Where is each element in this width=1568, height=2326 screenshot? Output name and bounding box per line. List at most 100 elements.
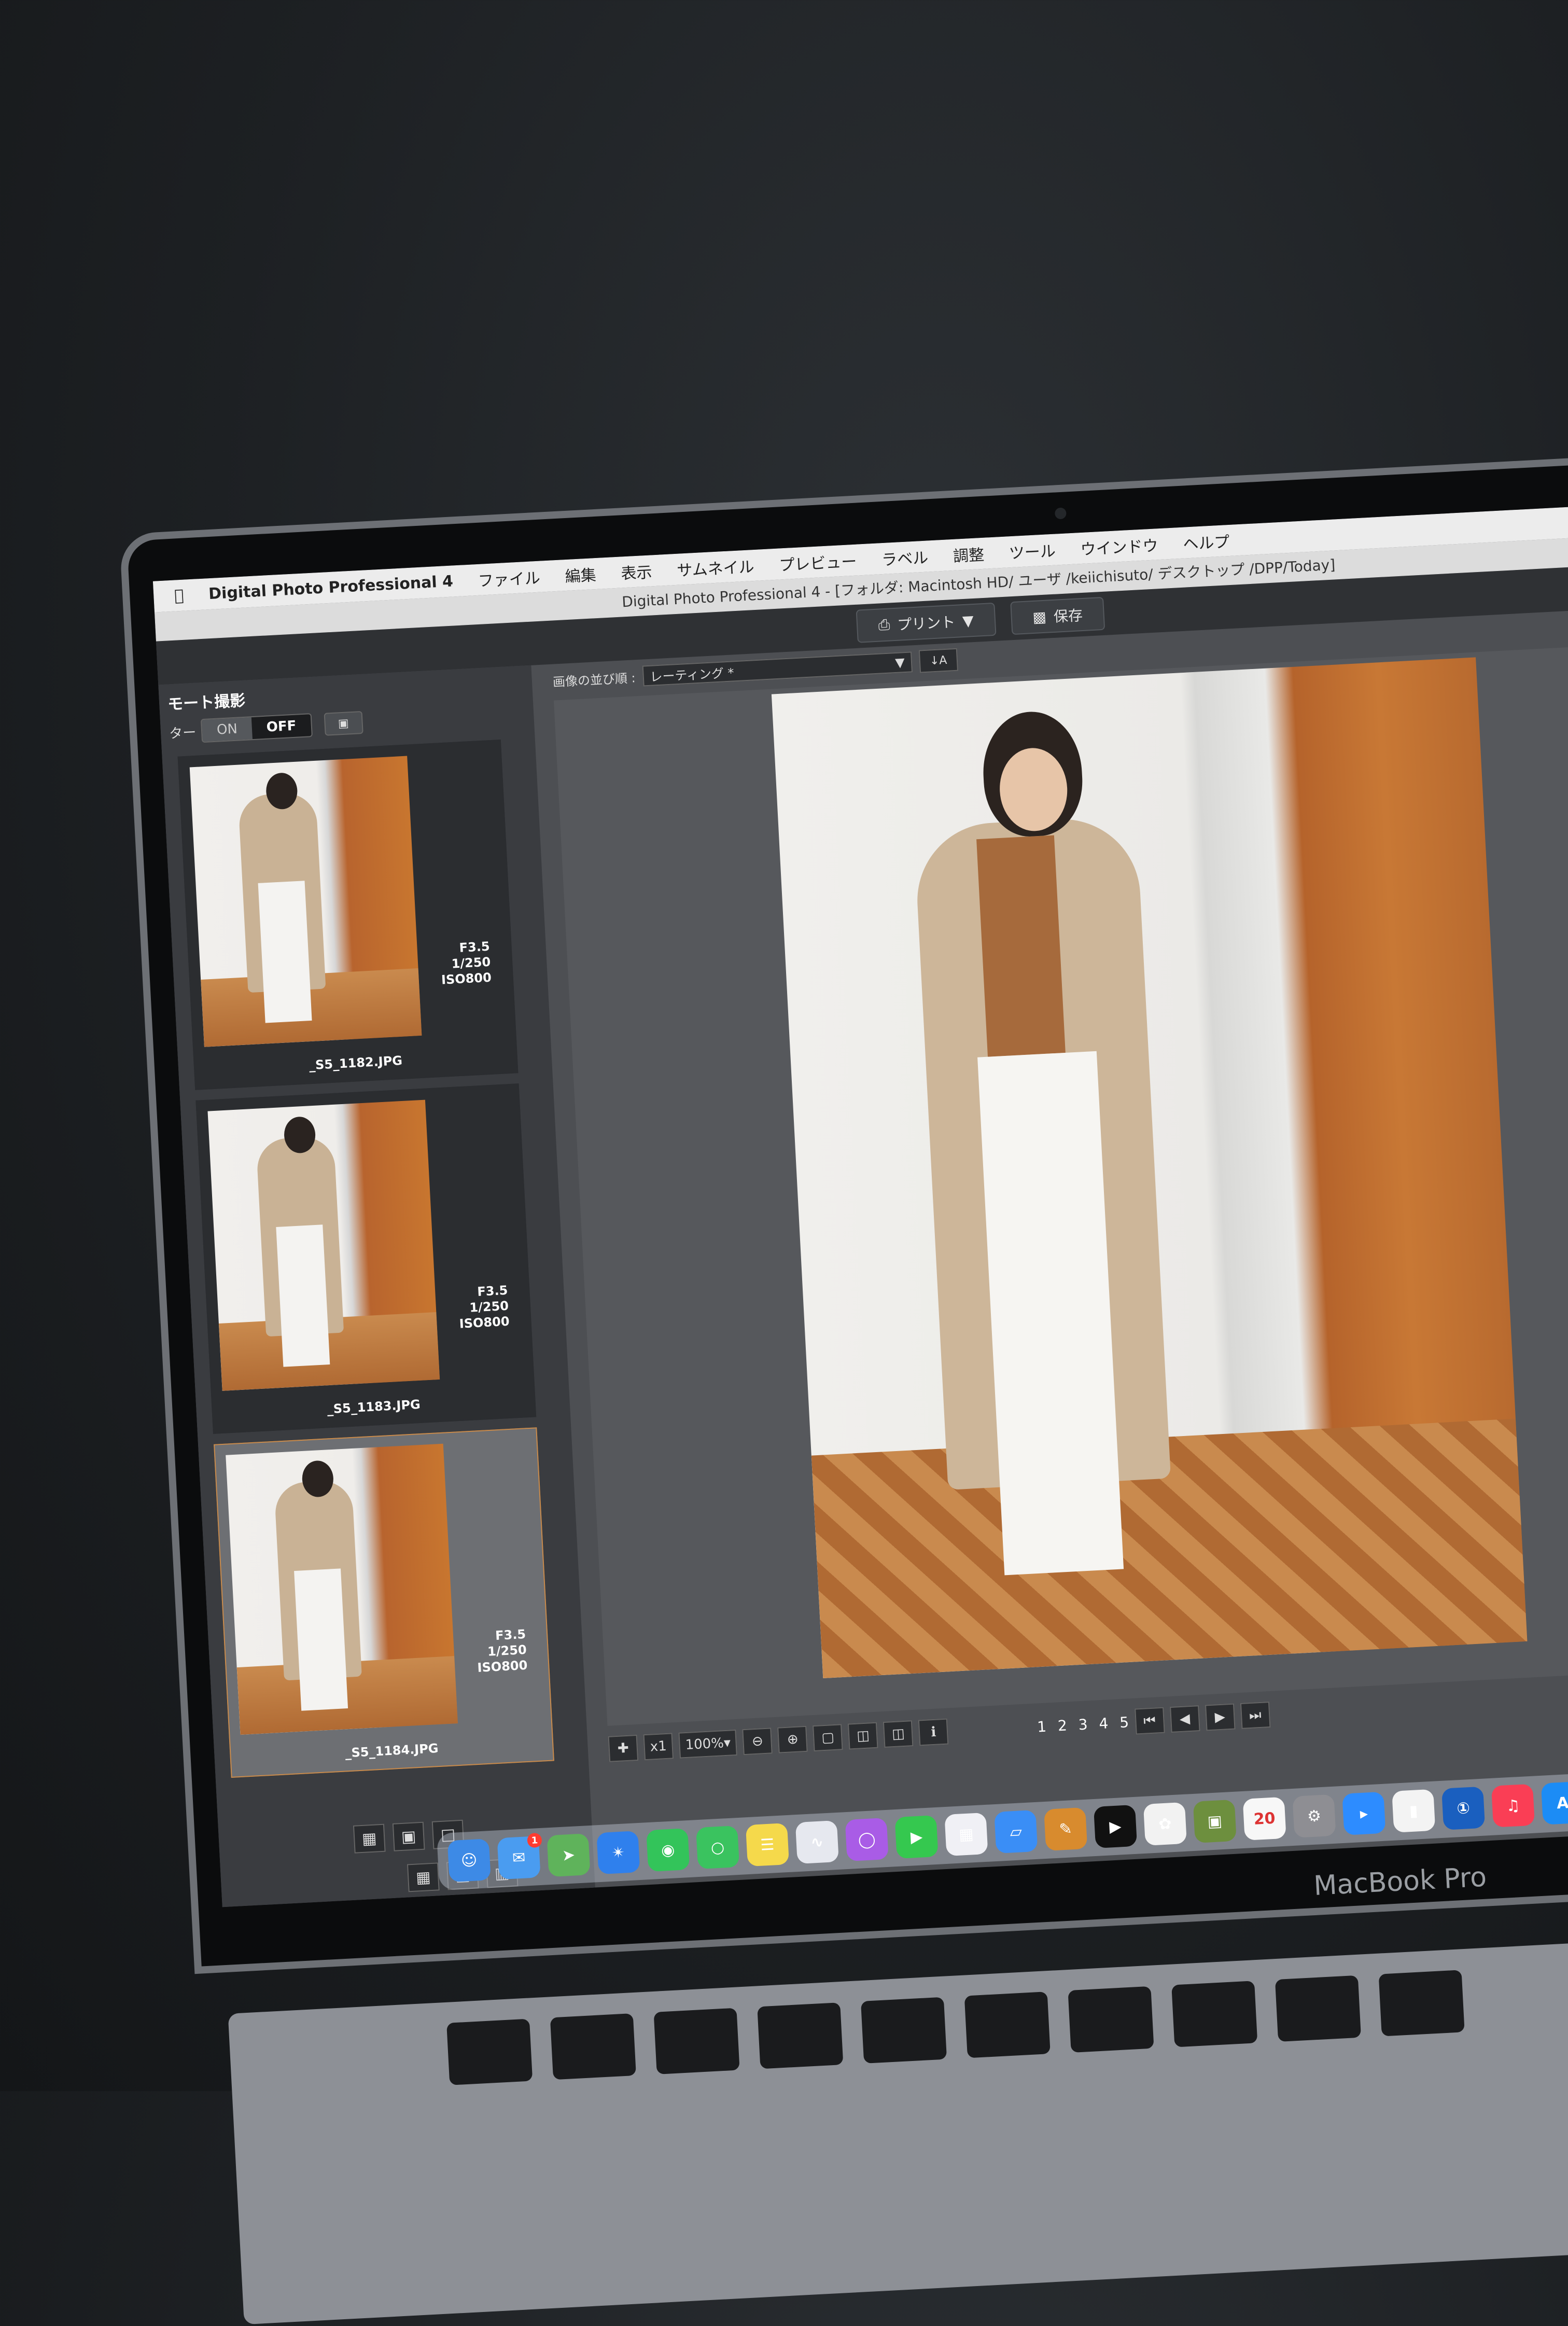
messages-icon[interactable]: ○ <box>696 1826 740 1870</box>
key <box>446 2018 533 2085</box>
info-button[interactable]: ℹ <box>918 1718 949 1746</box>
exif-info: F3.5 1/250 ISO800 <box>457 1283 510 1332</box>
menu-adjust[interactable]: 調整 <box>953 542 985 566</box>
single-view-button[interactable]: ▢ <box>813 1724 844 1752</box>
sort-direction-button[interactable]: ↓A <box>918 648 958 673</box>
toggle-off[interactable]: OFF <box>251 714 312 740</box>
split-view-icon: ◫ <box>891 1725 905 1743</box>
remote-shooting-panel: モート撮影 ター ON OFF ▣ F3.5 1/250 ISO800 _S5_… <box>158 665 595 1907</box>
menu-preview[interactable]: プレビュー <box>778 549 858 576</box>
exif-info: F3.5 1/250 ISO800 <box>475 1626 528 1676</box>
prev-image-button[interactable]: ◀ <box>1169 1705 1200 1733</box>
system-settings-icon[interactable]: ⚙ <box>1292 1794 1336 1838</box>
maps-icon[interactable]: ➤ <box>547 1833 591 1877</box>
zoom-select[interactable]: 100% ▾ <box>678 1729 738 1759</box>
rating-4[interactable]: 4 <box>1099 1715 1109 1732</box>
grid-large-view-icon[interactable]: ▣ <box>392 1821 425 1851</box>
app-store-icon[interactable]: A <box>1541 1781 1568 1825</box>
printer-icon: ⎙ <box>878 616 891 634</box>
first-image-button[interactable]: ⏮ <box>1134 1707 1165 1735</box>
thumbnail-image <box>207 1099 440 1391</box>
menu-thumbnail[interactable]: サムネイル <box>676 554 755 581</box>
single-view-icon: ▢ <box>821 1730 835 1746</box>
menu-edit[interactable]: 編集 <box>564 562 597 587</box>
crosshair-icon: ✚ <box>617 1740 629 1757</box>
zoom-out-button[interactable]: ⊖ <box>742 1728 773 1756</box>
1password-icon[interactable]: ① <box>1441 1786 1486 1830</box>
split-view-button[interactable]: ◫ <box>883 1720 914 1748</box>
thumbnail-item[interactable]: F3.5 1/250 ISO800 _S5_1183.JPG <box>195 1083 537 1434</box>
keyboard <box>228 1927 1568 2325</box>
menu-label[interactable]: ラベル <box>881 545 929 570</box>
numbers-icon[interactable]: ▮ <box>1392 1789 1436 1833</box>
thumbnail-filename: _S5_1182.JPG <box>309 1053 403 1073</box>
rating-2[interactable]: 2 <box>1057 1717 1068 1734</box>
thumbnail-filename: _S5_1184.JPG <box>344 1741 439 1761</box>
notes-icon[interactable]: ☰ <box>745 1823 790 1867</box>
launchpad-icon[interactable]: ▦ <box>944 1812 988 1856</box>
thumbnail-list: F3.5 1/250 ISO800 _S5_1182.JPG F3.5 1/25… <box>177 739 563 1788</box>
keynote-icon[interactable]: ▱ <box>994 1809 1038 1854</box>
sort-direction-icon: ↓A <box>929 653 948 668</box>
lock-icon: ▣ <box>338 716 349 730</box>
print-button[interactable]: ⎙ プリント ▼ <box>856 602 997 643</box>
photos-icon[interactable]: ✿ <box>1143 1802 1187 1846</box>
crosshair-button[interactable]: ✚ <box>608 1734 639 1762</box>
panel-title: モート撮影 <box>167 691 246 714</box>
mail-icon[interactable]: ✉ 1 <box>497 1832 542 1880</box>
safari-icon[interactable]: ✴ <box>596 1831 640 1875</box>
key <box>757 2002 844 2069</box>
thumbnail-image <box>189 756 422 1047</box>
thumbnail-item-selected[interactable]: F3.5 1/250 ISO800 _S5_1184.JPG <box>214 1427 554 1778</box>
music-icon[interactable]: ♫ <box>1491 1784 1535 1828</box>
webcam <box>1054 507 1067 520</box>
thumbnail-grid-icon[interactable]: ▦ <box>407 1862 440 1892</box>
menu-window[interactable]: ウインドウ <box>1080 533 1159 560</box>
sort-value: レーティング * <box>649 665 735 685</box>
menu-help[interactable]: ヘルプ <box>1182 529 1230 554</box>
last-image-button[interactable]: ⏭ <box>1240 1702 1271 1729</box>
zoom-value: 100% <box>684 1735 724 1753</box>
next-image-button[interactable]: ▶ <box>1205 1703 1236 1731</box>
rating-row: 1 2 3 4 5 <box>1037 1714 1129 1735</box>
preview-image[interactable] <box>771 657 1528 1678</box>
lock-button[interactable]: ▣ <box>324 711 363 736</box>
toggle-on[interactable]: ON <box>201 717 253 742</box>
laptop:  Digital Photo Professional 4 ファイル 編集 表… <box>119 444 1568 2325</box>
key <box>1378 1970 1465 2037</box>
rating-1[interactable]: 1 <box>1037 1718 1047 1735</box>
apple-tv-icon[interactable]: ▶ <box>1094 1804 1138 1848</box>
menu-tools[interactable]: ツール <box>1009 538 1056 564</box>
key <box>550 2013 636 2080</box>
on-off-toggle[interactable]: ON OFF <box>200 713 313 743</box>
facetime-icon[interactable]: ▶ <box>894 1815 939 1859</box>
magnification-button[interactable]: x1 <box>643 1733 674 1761</box>
sort-label: 画像の並び順 : <box>552 670 636 690</box>
exif-info: F3.5 1/250 ISO800 <box>439 939 492 988</box>
rating-3[interactable]: 3 <box>1078 1716 1088 1733</box>
menu-file[interactable]: ファイル <box>478 565 541 591</box>
save-button[interactable]: ▩ 保存 <box>1010 596 1105 635</box>
rating-5[interactable]: 5 <box>1119 1714 1129 1731</box>
finder-icon[interactable]: ☺ <box>447 1838 491 1883</box>
grid-view-icon[interactable]: ▦ <box>353 1823 386 1854</box>
menu-view[interactable]: 表示 <box>620 559 653 583</box>
iso: ISO800 <box>477 1658 528 1675</box>
last-icon: ⏭ <box>1249 1707 1262 1723</box>
zoom-in-button[interactable]: ⊕ <box>777 1725 808 1753</box>
freeform-icon[interactable]: ∿ <box>795 1820 839 1864</box>
preview-app-icon[interactable]: ▣ <box>1193 1799 1237 1843</box>
apple-icon[interactable]:  <box>174 586 184 605</box>
line-icon[interactable]: ◉ <box>646 1828 690 1872</box>
zoom-app-icon[interactable]: ▸ <box>1342 1791 1386 1835</box>
key <box>861 1997 947 2064</box>
key <box>1171 1981 1258 2048</box>
podcasts-icon[interactable]: ◯ <box>845 1817 889 1862</box>
compare-view-button[interactable]: ◫ <box>848 1722 878 1750</box>
calendar-icon[interactable]: 20 <box>1242 1796 1286 1841</box>
image-viewer <box>553 636 1568 1726</box>
pages-icon[interactable]: ✎ <box>1044 1807 1088 1851</box>
next-icon: ▶ <box>1214 1709 1226 1725</box>
iso: ISO800 <box>441 970 492 987</box>
thumbnail-item[interactable]: F3.5 1/250 ISO800 _S5_1182.JPG <box>177 740 519 1090</box>
